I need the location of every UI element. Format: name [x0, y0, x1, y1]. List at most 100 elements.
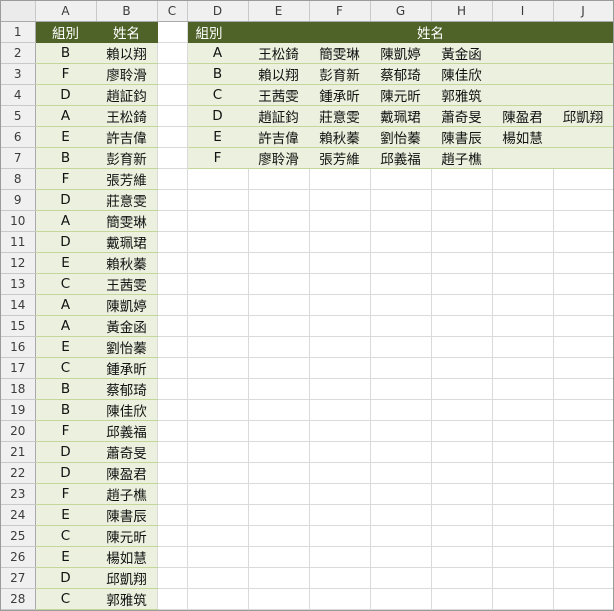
cell-empty[interactable] [431, 315, 493, 337]
row-header[interactable]: 1 [1, 21, 36, 43]
cell-empty[interactable] [431, 567, 493, 589]
cell-empty[interactable] [492, 420, 554, 442]
cell-empty[interactable] [431, 357, 493, 379]
cell-empty[interactable] [492, 252, 554, 274]
cell-empty[interactable] [370, 273, 432, 295]
cell-empty[interactable] [187, 441, 249, 463]
cell-empty[interactable] [553, 462, 613, 484]
cell-empty[interactable] [187, 567, 249, 589]
cell-empty[interactable] [309, 546, 371, 568]
cell-name[interactable]: 陳凱婷 [96, 294, 158, 316]
cell-empty[interactable] [309, 441, 371, 463]
grouped-cell-name[interactable]: 戴珮珺 [370, 105, 432, 127]
cell-empty[interactable] [309, 315, 371, 337]
cell-empty[interactable] [157, 126, 188, 148]
cell-empty[interactable] [492, 546, 554, 568]
grouped-cell-name[interactable] [553, 126, 613, 148]
row-header[interactable]: 21 [1, 441, 36, 463]
cell-empty[interactable] [157, 546, 188, 568]
column-header[interactable]: F [309, 1, 371, 22]
grouped-cell-name[interactable] [492, 84, 554, 106]
cell-empty[interactable] [309, 462, 371, 484]
cell-group[interactable]: E [35, 546, 97, 568]
cell-group[interactable]: E [35, 252, 97, 274]
cell-empty[interactable] [370, 567, 432, 589]
cell-group[interactable]: B [35, 42, 97, 64]
cell-empty[interactable] [187, 336, 249, 358]
cell-empty[interactable] [248, 504, 310, 526]
row-header[interactable]: 5 [1, 105, 36, 127]
cell-empty[interactable] [553, 399, 613, 421]
column-header[interactable]: I [492, 1, 554, 22]
grouped-cell-name[interactable]: 蔡郁琦 [370, 63, 432, 85]
row-header[interactable]: 9 [1, 189, 36, 211]
cell-empty[interactable] [309, 294, 371, 316]
column-header[interactable]: H [431, 1, 493, 22]
cell-empty[interactable] [492, 504, 554, 526]
grouped-cell-name[interactable] [553, 84, 613, 106]
column-header[interactable]: B [96, 1, 158, 22]
cell-empty[interactable] [370, 357, 432, 379]
cell-group[interactable]: A [35, 294, 97, 316]
cell-empty[interactable] [157, 441, 188, 463]
cell-group[interactable]: A [35, 210, 97, 232]
cell-empty[interactable] [309, 210, 371, 232]
cell-empty[interactable] [309, 189, 371, 211]
cell-name[interactable]: 陳盈君 [96, 462, 158, 484]
grouped-cell-name[interactable] [553, 147, 613, 169]
cell-empty[interactable] [248, 336, 310, 358]
cell-empty[interactable] [248, 588, 310, 610]
cell-empty[interactable] [309, 168, 371, 190]
cell-empty[interactable] [248, 399, 310, 421]
cell-empty[interactable] [370, 378, 432, 400]
cell-empty[interactable] [370, 336, 432, 358]
grouped-cell-name[interactable]: 趙子樵 [431, 147, 493, 169]
cell-empty[interactable] [157, 252, 188, 274]
cell-group[interactable]: A [35, 315, 97, 337]
cell-empty[interactable] [248, 189, 310, 211]
grouped-cell-group[interactable]: C [187, 84, 249, 106]
cell-empty[interactable] [248, 546, 310, 568]
cell-empty[interactable] [309, 525, 371, 547]
cell-group[interactable]: E [35, 126, 97, 148]
column-header[interactable]: E [248, 1, 310, 22]
cell-empty[interactable] [553, 357, 613, 379]
cell-empty[interactable] [553, 273, 613, 295]
grouped-cell-name[interactable]: 莊意雯 [309, 105, 371, 127]
cell-name[interactable]: 黃金函 [96, 315, 158, 337]
cell-empty[interactable] [431, 546, 493, 568]
grouped-header-names[interactable]: 姓名 [248, 21, 613, 43]
cell-group[interactable]: F [35, 168, 97, 190]
row-header[interactable]: 18 [1, 378, 36, 400]
cell-empty[interactable] [187, 420, 249, 442]
grouped-cell-name[interactable]: 王茜雯 [248, 84, 310, 106]
cell-empty[interactable] [492, 231, 554, 253]
cell-empty[interactable] [492, 336, 554, 358]
cell-empty[interactable] [187, 294, 249, 316]
cell-empty[interactable] [492, 294, 554, 316]
cell-name[interactable]: 賴以翔 [96, 42, 158, 64]
cell-name[interactable]: 戴珮珺 [96, 231, 158, 253]
grouped-cell-name[interactable]: 簡雯琳 [309, 42, 371, 64]
cell-group[interactable]: B [35, 399, 97, 421]
grouped-cell-name[interactable]: 郭雅筑 [431, 84, 493, 106]
cell-empty[interactable] [187, 504, 249, 526]
cell-empty[interactable] [431, 168, 493, 190]
row-header[interactable]: 20 [1, 420, 36, 442]
cell-name[interactable]: 陳書辰 [96, 504, 158, 526]
grouped-cell-name[interactable]: 鍾承昕 [309, 84, 371, 106]
row-header[interactable]: 12 [1, 252, 36, 274]
cell-empty[interactable] [370, 252, 432, 274]
cell-empty[interactable] [309, 483, 371, 505]
grouped-cell-name[interactable]: 陳書辰 [431, 126, 493, 148]
cell-empty[interactable] [187, 399, 249, 421]
cell-empty[interactable] [248, 168, 310, 190]
cell-empty[interactable] [492, 378, 554, 400]
cell-name[interactable]: 廖聆滑 [96, 63, 158, 85]
cell-empty[interactable] [248, 315, 310, 337]
cell-name[interactable]: 蔡郁琦 [96, 378, 158, 400]
cell-empty[interactable] [157, 294, 188, 316]
cell-empty[interactable] [370, 168, 432, 190]
cell-empty[interactable] [370, 504, 432, 526]
row-header[interactable]: 2 [1, 42, 36, 64]
